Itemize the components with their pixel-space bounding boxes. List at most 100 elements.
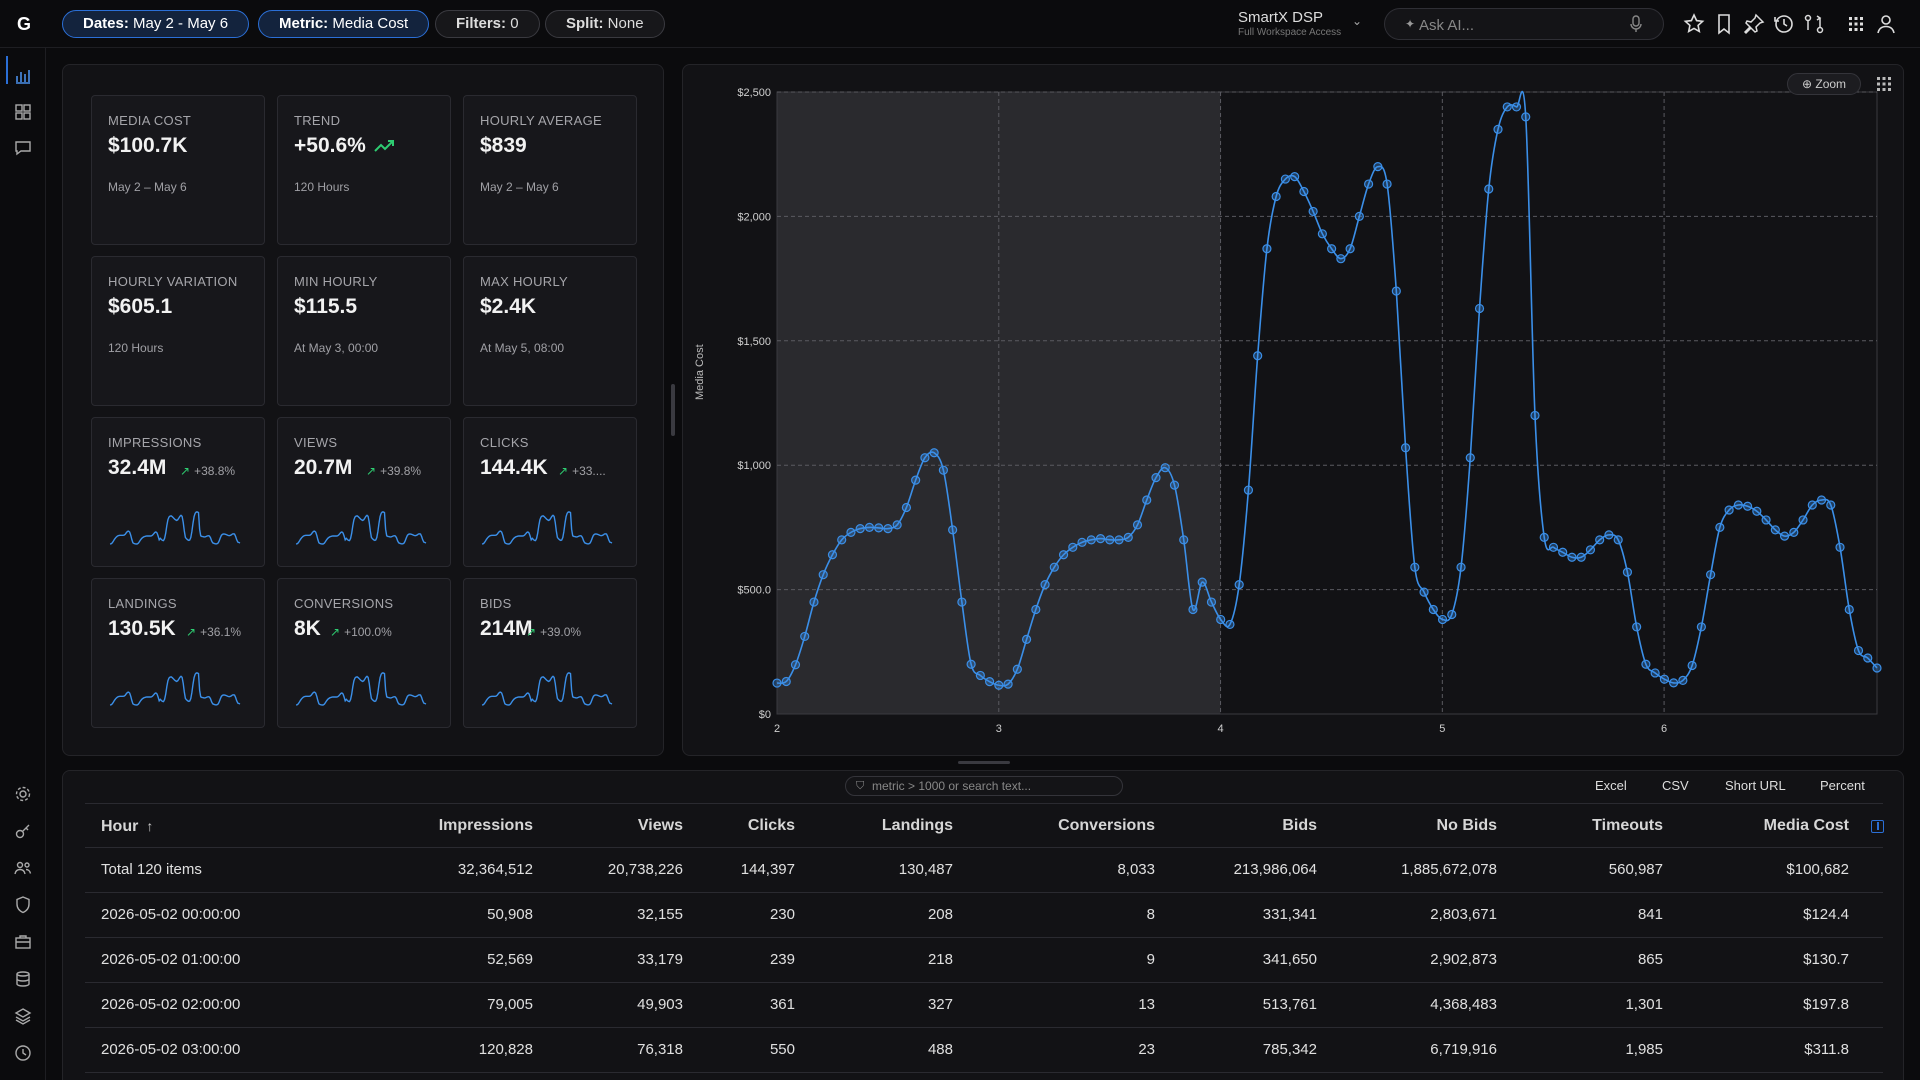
data-point[interactable] xyxy=(1585,545,1596,555)
table-row[interactable]: 2026-05-02 01:00:00 52,569 33,179 239 218 9 34… xyxy=(85,938,1883,983)
dashboard-icon[interactable] xyxy=(13,102,33,122)
column-header-bids[interactable]: Bids xyxy=(1157,804,1317,849)
data-point[interactable] xyxy=(1021,634,1032,644)
data-point[interactable] xyxy=(1410,562,1420,572)
data-point[interactable] xyxy=(1280,174,1291,184)
data-point[interactable] xyxy=(1511,102,1522,112)
data-point[interactable] xyxy=(1835,542,1845,552)
data-point[interactable] xyxy=(1354,211,1364,221)
data-point[interactable] xyxy=(1169,480,1180,490)
data-point[interactable] xyxy=(948,525,958,535)
sort-ascending-icon[interactable]: ↑ xyxy=(146,818,153,834)
data-point[interactable] xyxy=(1419,587,1429,597)
column-header-views[interactable]: Views xyxy=(535,804,683,849)
kpi-card-views[interactable]: VIEWS 20.7M ↗ +39.8% xyxy=(277,417,451,567)
data-point[interactable] xyxy=(1373,162,1383,172)
data-point[interactable] xyxy=(827,550,838,560)
column-chooser-icon[interactable] xyxy=(1871,820,1884,833)
mic-icon[interactable] xyxy=(1629,15,1643,33)
column-header-no-bids[interactable]: No Bids xyxy=(1319,804,1497,849)
data-point[interactable] xyxy=(901,502,912,513)
panel-resize-handle-vertical[interactable] xyxy=(671,384,675,436)
data-point[interactable] xyxy=(1382,179,1392,189)
star-icon[interactable] xyxy=(1682,12,1706,36)
data-point[interactable] xyxy=(1308,206,1318,217)
history-icon[interactable] xyxy=(1772,12,1796,36)
apps-icon[interactable] xyxy=(1875,75,1893,93)
data-point[interactable] xyxy=(1188,604,1198,615)
data-point[interactable] xyxy=(1428,604,1438,615)
data-point[interactable] xyxy=(920,453,930,463)
data-point[interactable] xyxy=(1770,525,1780,535)
data-point[interactable] xyxy=(846,527,856,537)
table-total-row[interactable]: Total 120 items 32,364,512 20,738,226 144,3… xyxy=(85,848,1883,893)
data-point[interactable] xyxy=(1521,112,1531,122)
kpi-card-trend[interactable]: TREND +50.6% 120 Hours xyxy=(277,95,451,245)
data-point[interactable] xyxy=(1040,580,1050,590)
data-point[interactable] xyxy=(911,475,921,485)
kpi-card-bids[interactable]: BIDS 214M ↗ +39.0% xyxy=(463,578,637,728)
clock-icon[interactable] xyxy=(13,1043,33,1063)
data-point[interactable] xyxy=(1151,473,1161,483)
data-point[interactable] xyxy=(1724,505,1734,515)
data-point[interactable] xyxy=(1123,532,1133,542)
data-point[interactable] xyxy=(1548,542,1559,552)
data-point[interactable] xyxy=(781,676,791,687)
filters-button[interactable]: Filters: 0 xyxy=(435,10,540,38)
data-point[interactable] xyxy=(1826,500,1836,510)
table-row[interactable]: 2026-05-02 03:00:00 120,828 76,318 550 488 23… xyxy=(85,1028,1883,1073)
data-point[interactable] xyxy=(892,520,902,530)
compare-icon[interactable] xyxy=(1802,12,1826,36)
data-point[interactable] xyxy=(1142,495,1152,505)
data-point[interactable] xyxy=(1447,609,1457,620)
data-point[interactable] xyxy=(1095,533,1106,544)
data-point[interactable] xyxy=(1262,244,1272,254)
data-point[interactable] xyxy=(1160,463,1170,473)
data-point[interactable] xyxy=(1077,537,1087,547)
split-button[interactable]: Split: None xyxy=(545,10,665,38)
data-point[interactable] xyxy=(1243,485,1254,495)
data-point[interactable] xyxy=(1465,453,1475,463)
data-point[interactable] xyxy=(1253,351,1263,361)
data-point[interactable] xyxy=(1853,645,1864,656)
settings-icon[interactable] xyxy=(13,784,33,804)
zoom-button[interactable]: ⊕ Zoom xyxy=(1787,73,1861,95)
shield-icon[interactable] xyxy=(13,895,33,915)
data-point[interactable] xyxy=(1613,535,1623,545)
data-point[interactable] xyxy=(1558,547,1568,557)
data-point[interactable] xyxy=(1632,622,1642,632)
workspace-switcher[interactable]: SmartX DSP Full Workspace Access xyxy=(1238,9,1368,41)
data-point[interactable] xyxy=(1197,577,1207,587)
data-point[interactable] xyxy=(837,535,847,545)
data-point[interactable] xyxy=(1225,619,1235,630)
chart-icon[interactable] xyxy=(13,66,33,86)
data-point[interactable] xyxy=(1844,604,1854,615)
chat-icon[interactable] xyxy=(13,138,33,158)
data-point[interactable] xyxy=(1502,102,1512,112)
kpi-card-clicks[interactable]: CLICKS 144.4K ↗ +33.... xyxy=(463,417,637,567)
metric-select-button[interactable]: Metric: Media Cost xyxy=(258,10,430,38)
kpi-card-landings[interactable]: LANDINGS 130.5K ↗ +36.1% xyxy=(91,578,265,728)
data-point[interactable] xyxy=(1798,515,1808,525)
data-point[interactable] xyxy=(818,570,828,580)
data-point[interactable] xyxy=(1437,614,1448,625)
ask-ai-input[interactable] xyxy=(1419,14,1619,36)
data-point[interactable] xyxy=(1400,443,1411,453)
data-point[interactable] xyxy=(864,522,875,532)
table-row[interactable]: 2026-05-02 00:00:00 50,908 32,155 230 208 8 33… xyxy=(85,893,1883,938)
column-header-impressions[interactable]: Impressions xyxy=(305,804,533,849)
data-point[interactable] xyxy=(1650,668,1660,678)
column-header-clicks[interactable]: Clicks xyxy=(685,804,795,849)
export-csv-button[interactable]: CSV xyxy=(1662,778,1689,793)
data-point[interactable] xyxy=(1687,660,1697,671)
data-point[interactable] xyxy=(975,670,985,681)
data-point[interactable] xyxy=(1031,604,1041,615)
data-point[interactable] xyxy=(1132,520,1143,530)
apps-icon[interactable] xyxy=(1844,12,1868,36)
data-point[interactable] xyxy=(1733,500,1743,510)
data-point[interactable] xyxy=(800,631,810,642)
data-point[interactable] xyxy=(1049,562,1059,572)
kpi-card-max-hourly[interactable]: MAX HOURLY $2.4K At May 5, 08:00 xyxy=(463,256,637,406)
data-point[interactable] xyxy=(1003,679,1013,689)
data-point[interactable] xyxy=(1290,171,1300,182)
